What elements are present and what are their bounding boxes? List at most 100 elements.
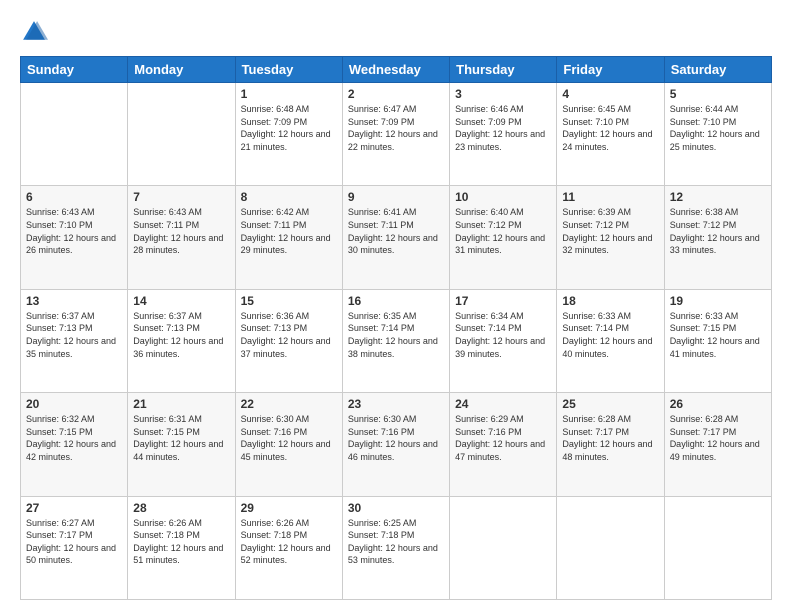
calendar-cell: 13 Sunrise: 6:37 AM Sunset: 7:13 PM Dayli…	[21, 289, 128, 392]
calendar-cell: 8 Sunrise: 6:42 AM Sunset: 7:11 PM Daylig…	[235, 186, 342, 289]
day-number: 21	[133, 397, 229, 411]
day-info: Sunrise: 6:38 AM Sunset: 7:12 PM Dayligh…	[670, 206, 766, 256]
calendar-cell	[128, 83, 235, 186]
day-number: 11	[562, 190, 658, 204]
day-number: 9	[348, 190, 444, 204]
day-number: 3	[455, 87, 551, 101]
day-number: 30	[348, 501, 444, 515]
day-number: 22	[241, 397, 337, 411]
day-info: Sunrise: 6:33 AM Sunset: 7:14 PM Dayligh…	[562, 310, 658, 360]
day-info: Sunrise: 6:32 AM Sunset: 7:15 PM Dayligh…	[26, 413, 122, 463]
calendar-cell	[664, 496, 771, 599]
day-number: 19	[670, 294, 766, 308]
day-number: 6	[26, 190, 122, 204]
day-number: 24	[455, 397, 551, 411]
calendar-cell: 22Sunrise: 6:30 AM Sunset: 7:16 PM Dayli…	[235, 393, 342, 496]
day-number: 12	[670, 190, 766, 204]
calendar-table: SundayMondayTuesdayWednesdayThursdayFrid…	[20, 56, 772, 600]
day-info: Sunrise: 6:28 AM Sunset: 7:17 PM Dayligh…	[562, 413, 658, 463]
logo	[20, 18, 52, 46]
calendar-cell: 30Sunrise: 6:25 AM Sunset: 7:18 PM Dayli…	[342, 496, 449, 599]
day-info: Sunrise: 6:41 AM Sunset: 7:11 PM Dayligh…	[348, 206, 444, 256]
day-number: 25	[562, 397, 658, 411]
day-info: Sunrise: 6:36 AM Sunset: 7:13 PM Dayligh…	[241, 310, 337, 360]
day-info: Sunrise: 6:39 AM Sunset: 7:12 PM Dayligh…	[562, 206, 658, 256]
day-info: Sunrise: 6:26 AM Sunset: 7:18 PM Dayligh…	[241, 517, 337, 567]
day-info: Sunrise: 6:37 AM Sunset: 7:13 PM Dayligh…	[133, 310, 229, 360]
calendar-cell: 3 Sunrise: 6:46 AM Sunset: 7:09 PM Daylig…	[450, 83, 557, 186]
calendar-week-1: 6 Sunrise: 6:43 AM Sunset: 7:10 PM Daylig…	[21, 186, 772, 289]
calendar-cell: 19Sunrise: 6:33 AM Sunset: 7:15 PM Dayli…	[664, 289, 771, 392]
calendar-cell: 24 Sunrise: 6:29 AM Sunset: 7:16 PM Dayli…	[450, 393, 557, 496]
day-info: Sunrise: 6:43 AM Sunset: 7:11 PM Dayligh…	[133, 206, 229, 256]
calendar-header-tuesday: Tuesday	[235, 57, 342, 83]
calendar-cell: 16 Sunrise: 6:35 AM Sunset: 7:14 PM Dayli…	[342, 289, 449, 392]
day-info: Sunrise: 6:46 AM Sunset: 7:09 PM Dayligh…	[455, 103, 551, 153]
calendar-cell: 20 Sunrise: 6:32 AM Sunset: 7:15 PM Dayli…	[21, 393, 128, 496]
top-bar	[20, 18, 772, 46]
calendar-cell: 17Sunrise: 6:34 AM Sunset: 7:14 PM Dayli…	[450, 289, 557, 392]
day-info: Sunrise: 6:48 AM Sunset: 7:09 PM Dayligh…	[241, 103, 337, 153]
calendar-header-friday: Friday	[557, 57, 664, 83]
calendar-cell: 11 Sunrise: 6:39 AM Sunset: 7:12 PM Dayli…	[557, 186, 664, 289]
calendar-header-thursday: Thursday	[450, 57, 557, 83]
calendar-week-3: 20 Sunrise: 6:32 AM Sunset: 7:15 PM Dayli…	[21, 393, 772, 496]
calendar-cell	[450, 496, 557, 599]
calendar-cell: 27 Sunrise: 6:27 AM Sunset: 7:17 PM Dayli…	[21, 496, 128, 599]
day-number: 2	[348, 87, 444, 101]
day-number: 16	[348, 294, 444, 308]
calendar-header-wednesday: Wednesday	[342, 57, 449, 83]
day-number: 5	[670, 87, 766, 101]
calendar-cell: 12 Sunrise: 6:38 AM Sunset: 7:12 PM Dayli…	[664, 186, 771, 289]
calendar-week-2: 13 Sunrise: 6:37 AM Sunset: 7:13 PM Dayli…	[21, 289, 772, 392]
calendar-cell: 1Sunrise: 6:48 AM Sunset: 7:09 PM Daylig…	[235, 83, 342, 186]
day-number: 20	[26, 397, 122, 411]
day-number: 27	[26, 501, 122, 515]
calendar-cell: 5 Sunrise: 6:44 AM Sunset: 7:10 PM Daylig…	[664, 83, 771, 186]
calendar-cell: 23Sunrise: 6:30 AM Sunset: 7:16 PM Dayli…	[342, 393, 449, 496]
day-number: 10	[455, 190, 551, 204]
calendar-cell	[557, 496, 664, 599]
calendar-week-4: 27 Sunrise: 6:27 AM Sunset: 7:17 PM Dayli…	[21, 496, 772, 599]
day-number: 14	[133, 294, 229, 308]
calendar-header-row: SundayMondayTuesdayWednesdayThursdayFrid…	[21, 57, 772, 83]
calendar-cell: 2Sunrise: 6:47 AM Sunset: 7:09 PM Daylig…	[342, 83, 449, 186]
day-info: Sunrise: 6:44 AM Sunset: 7:10 PM Dayligh…	[670, 103, 766, 153]
day-number: 28	[133, 501, 229, 515]
day-info: Sunrise: 6:26 AM Sunset: 7:18 PM Dayligh…	[133, 517, 229, 567]
day-info: Sunrise: 6:42 AM Sunset: 7:11 PM Dayligh…	[241, 206, 337, 256]
calendar-cell	[21, 83, 128, 186]
day-info: Sunrise: 6:35 AM Sunset: 7:14 PM Dayligh…	[348, 310, 444, 360]
calendar-cell: 9 Sunrise: 6:41 AM Sunset: 7:11 PM Daylig…	[342, 186, 449, 289]
day-number: 13	[26, 294, 122, 308]
day-number: 8	[241, 190, 337, 204]
calendar-cell: 18 Sunrise: 6:33 AM Sunset: 7:14 PM Dayli…	[557, 289, 664, 392]
calendar-cell: 26 Sunrise: 6:28 AM Sunset: 7:17 PM Dayli…	[664, 393, 771, 496]
day-info: Sunrise: 6:43 AM Sunset: 7:10 PM Dayligh…	[26, 206, 122, 256]
day-info: Sunrise: 6:31 AM Sunset: 7:15 PM Dayligh…	[133, 413, 229, 463]
day-info: Sunrise: 6:29 AM Sunset: 7:16 PM Dayligh…	[455, 413, 551, 463]
calendar-header-sunday: Sunday	[21, 57, 128, 83]
day-number: 7	[133, 190, 229, 204]
day-info: Sunrise: 6:37 AM Sunset: 7:13 PM Dayligh…	[26, 310, 122, 360]
logo-icon	[20, 18, 48, 46]
calendar-header-monday: Monday	[128, 57, 235, 83]
day-number: 23	[348, 397, 444, 411]
page: SundayMondayTuesdayWednesdayThursdayFrid…	[0, 0, 792, 612]
day-number: 26	[670, 397, 766, 411]
calendar-cell: 29Sunrise: 6:26 AM Sunset: 7:18 PM Dayli…	[235, 496, 342, 599]
calendar-cell: 6 Sunrise: 6:43 AM Sunset: 7:10 PM Daylig…	[21, 186, 128, 289]
day-info: Sunrise: 6:27 AM Sunset: 7:17 PM Dayligh…	[26, 517, 122, 567]
calendar-cell: 4Sunrise: 6:45 AM Sunset: 7:10 PM Daylig…	[557, 83, 664, 186]
calendar-week-0: 1Sunrise: 6:48 AM Sunset: 7:09 PM Daylig…	[21, 83, 772, 186]
day-number: 17	[455, 294, 551, 308]
day-info: Sunrise: 6:28 AM Sunset: 7:17 PM Dayligh…	[670, 413, 766, 463]
calendar-cell: 7 Sunrise: 6:43 AM Sunset: 7:11 PM Daylig…	[128, 186, 235, 289]
day-number: 18	[562, 294, 658, 308]
calendar-cell: 25 Sunrise: 6:28 AM Sunset: 7:17 PM Dayli…	[557, 393, 664, 496]
calendar-cell: 10 Sunrise: 6:40 AM Sunset: 7:12 PM Dayli…	[450, 186, 557, 289]
calendar-cell: 15 Sunrise: 6:36 AM Sunset: 7:13 PM Dayli…	[235, 289, 342, 392]
day-number: 15	[241, 294, 337, 308]
day-info: Sunrise: 6:40 AM Sunset: 7:12 PM Dayligh…	[455, 206, 551, 256]
day-number: 4	[562, 87, 658, 101]
